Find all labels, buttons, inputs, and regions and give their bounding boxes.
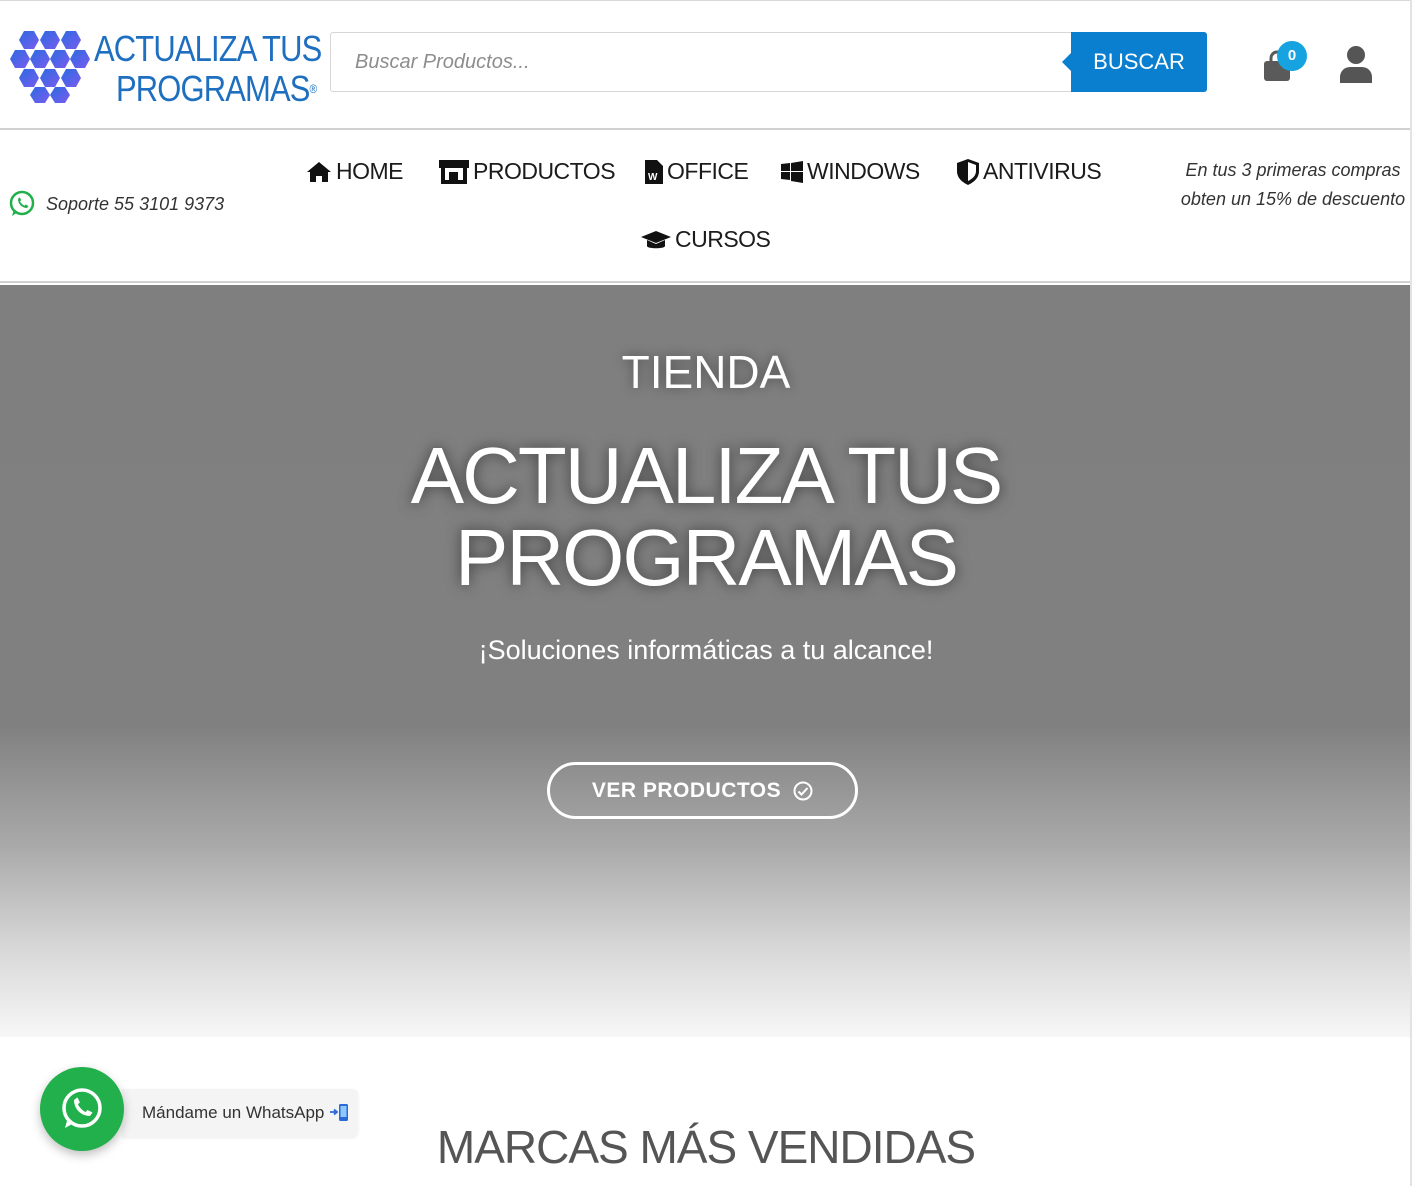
cart-count-badge: 0	[1277, 41, 1307, 71]
nav-item-office-label: OFFICE	[667, 158, 749, 184]
store-icon	[439, 159, 469, 184]
site-header: ACTUALIZA TUS PROGRAMAS® BUSCAR 0	[0, 0, 1412, 130]
user-icon[interactable]	[1338, 45, 1374, 83]
search-form: BUSCAR	[330, 32, 1207, 92]
search-button[interactable]: BUSCAR	[1062, 32, 1207, 92]
logo-line-2: PROGRAMAS®	[116, 71, 324, 107]
word-document-icon: W	[645, 159, 663, 184]
hero-title-line-2: PROGRAMAS	[454, 513, 959, 602]
support-contact[interactable]: Soporte 55 3101 9373	[8, 190, 224, 218]
hero-banner: TIENDA ACTUALIZA TUS PROGRAMAS ¡Solucion…	[0, 285, 1412, 1037]
nav-item-productos[interactable]: PRODUCTOS	[439, 158, 616, 185]
home-icon	[307, 161, 331, 182]
hero-title: ACTUALIZA TUS PROGRAMAS	[0, 435, 1412, 599]
mobile-phone-arrow-icon	[330, 1104, 349, 1121]
search-input[interactable]	[331, 33, 1071, 91]
whatsapp-icon	[62, 1088, 102, 1128]
whatsapp-floating-button[interactable]	[40, 1067, 124, 1151]
site-logo[interactable]: ACTUALIZA TUS PROGRAMAS®	[10, 27, 322, 107]
nav-item-cursos[interactable]: CURSOS	[641, 226, 771, 253]
whatsapp-icon	[9, 190, 35, 216]
graduation-cap-icon	[641, 230, 671, 248]
nav-item-cursos-label: CURSOS	[675, 226, 771, 252]
logo-line-2-text: PROGRAMAS	[116, 68, 310, 109]
hexagon-logo-icon	[10, 31, 90, 103]
nav-item-windows-label: WINDOWS	[807, 158, 920, 184]
hero-title-line-1: ACTUALIZA TUS	[410, 431, 1003, 520]
nav-item-antivirus[interactable]: ANTIVIRUS	[957, 158, 1102, 185]
logo-wordmark: ACTUALIZA TUS PROGRAMAS®	[94, 31, 358, 107]
shield-icon	[957, 158, 979, 185]
nav-item-home-label: HOME	[336, 158, 404, 184]
nav-item-home[interactable]: HOME	[306, 158, 404, 185]
main-navigation: Soporte 55 3101 9373 HOME PRODUCTOS W OF…	[0, 132, 1412, 283]
svg-text:W: W	[648, 172, 658, 183]
support-phone-text: Soporte 55 3101 9373	[46, 193, 225, 214]
windows-icon	[781, 160, 803, 183]
logo-line-1: ACTUALIZA TUS	[94, 28, 322, 69]
whatsapp-chat-text: Mándame un WhatsApp	[142, 1103, 325, 1122]
registered-mark: ®	[309, 82, 318, 96]
whatsapp-chat-label[interactable]: Mándame un WhatsApp	[122, 1089, 358, 1137]
nav-item-antivirus-label: ANTIVIRUS	[983, 158, 1102, 184]
check-circle-icon	[793, 781, 813, 800]
ver-productos-button[interactable]: VER PRODUCTOS	[547, 762, 858, 819]
promo-message: En tus 3 primeras compras obten un 15% d…	[1180, 160, 1406, 209]
nav-item-windows[interactable]: WINDOWS	[781, 158, 920, 185]
nav-item-productos-label: PRODUCTOS	[473, 158, 616, 184]
ver-productos-label: VER PRODUCTOS	[591, 778, 782, 802]
nav-item-office[interactable]: W OFFICE	[645, 158, 749, 185]
hero-subtitle: ¡Soluciones informáticas a tu alcance!	[478, 635, 934, 665]
hero-kicker: TIENDA	[621, 346, 791, 398]
